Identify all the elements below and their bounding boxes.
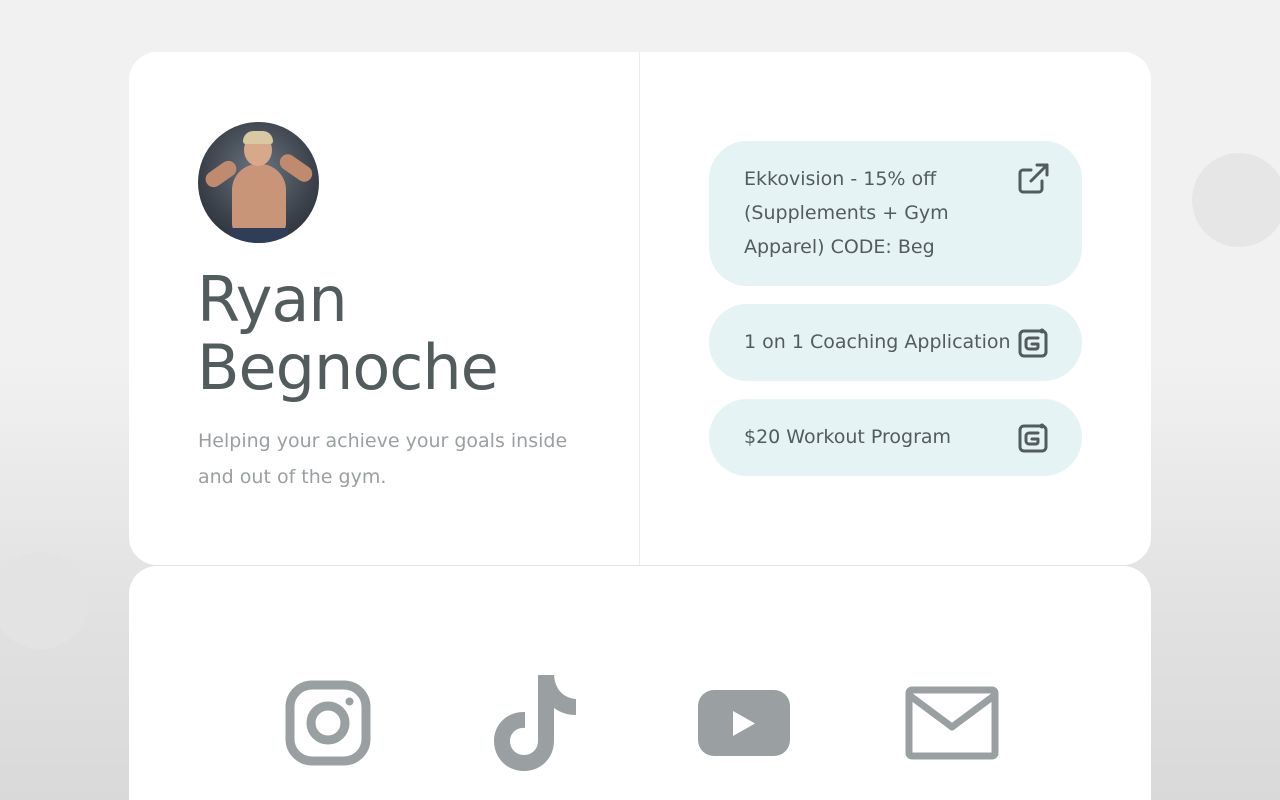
link-label: 1 on 1 Coaching Application: [744, 331, 1011, 353]
external-link-icon: [1016, 162, 1050, 196]
background-circle: [1192, 153, 1280, 247]
instagram-link[interactable]: [278, 673, 378, 773]
email-link[interactable]: [902, 673, 1002, 773]
form-icon: [1016, 326, 1050, 360]
youtube-icon: [693, 690, 793, 777]
socials-card: [129, 566, 1151, 800]
mail-icon: [902, 686, 1002, 777]
tiktok-link[interactable]: [486, 673, 586, 773]
profile-card: Ryan Begnoche Helping your achieve your …: [129, 52, 1151, 565]
link-label: Ekkovision - 15% off (Supplements + Gym …: [744, 168, 949, 258]
link-label: $20 Workout Program: [744, 426, 952, 448]
tiktok-icon: [486, 675, 586, 777]
avatar: [198, 122, 319, 243]
background-circle: [0, 552, 89, 649]
instagram-icon: [278, 680, 378, 777]
link-button-ekkovision[interactable]: Ekkovision - 15% off (Supplements + Gym …: [709, 141, 1082, 286]
link-button-workout-program[interactable]: $20 Workout Program: [709, 399, 1082, 476]
link-button-coaching[interactable]: 1 on 1 Coaching Application: [709, 304, 1082, 381]
profile-name: Ryan Begnoche: [197, 263, 499, 404]
youtube-link[interactable]: [693, 673, 793, 773]
card-divider: [639, 52, 640, 565]
form-icon: [1016, 421, 1050, 455]
profile-bio: Helping your achieve your goals inside a…: [198, 430, 568, 488]
